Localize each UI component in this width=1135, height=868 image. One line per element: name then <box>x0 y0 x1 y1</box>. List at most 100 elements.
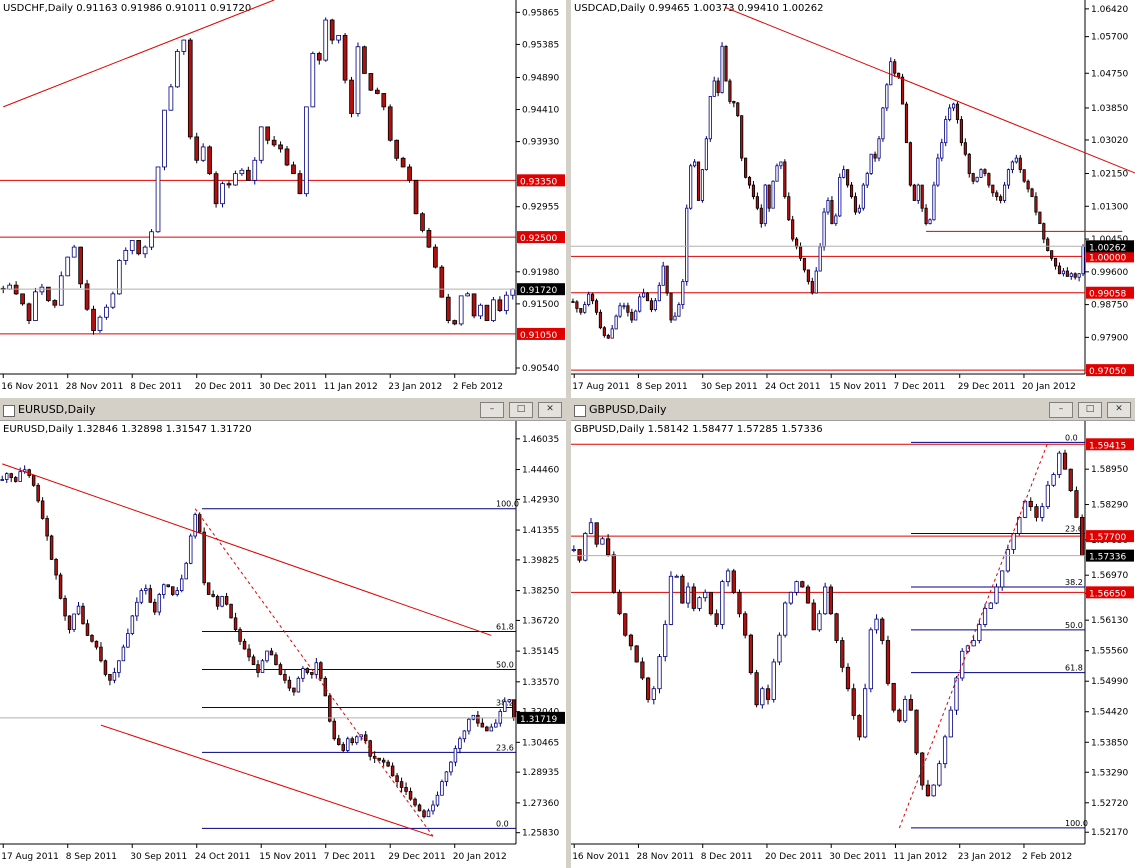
candle-bull <box>865 173 869 186</box>
candle-bear <box>278 144 283 150</box>
x-tick-label: 8 Sep 2011 <box>66 852 117 862</box>
x-tick-label: 20 Dec 2011 <box>765 852 823 862</box>
candle-bear <box>1038 211 1042 225</box>
candle-bear <box>1030 188 1034 198</box>
candle-bear <box>630 311 634 321</box>
candle-bull <box>661 265 665 286</box>
candle-bull <box>763 184 767 225</box>
maximize-button[interactable]: □ <box>509 402 533 418</box>
candle-bear <box>215 596 220 607</box>
candle-bull <box>614 315 618 330</box>
candle-bear <box>904 103 909 144</box>
minimize-button[interactable]: – <box>480 402 504 418</box>
candle-bull <box>940 142 944 159</box>
candle-bull <box>642 292 646 298</box>
minimize-button[interactable]: – <box>1049 402 1073 418</box>
candle-bull <box>771 180 775 209</box>
y-tick-label: 1.36720 <box>522 616 559 626</box>
candle-bull <box>252 159 258 181</box>
candle-bear <box>1073 273 1077 278</box>
candle-bear <box>963 142 967 155</box>
candle-bull <box>822 211 826 248</box>
candle-bull <box>175 590 179 595</box>
candle-bull <box>936 157 940 186</box>
candle-bull <box>677 304 681 317</box>
current-price-label: 1.00262 <box>1089 243 1126 253</box>
candle-bear <box>732 101 736 104</box>
candle-bull <box>674 575 679 578</box>
y-tick-label: 1.46035 <box>522 435 559 445</box>
candle-bear <box>26 303 32 321</box>
level-price-label: 0.99058 <box>1089 290 1126 300</box>
window-titlebar-gbpusd[interactable]: GBPUSD,Daily – □ ✕ <box>571 400 1135 421</box>
candle-bear <box>103 660 108 675</box>
y-tick-label: 1.56130 <box>1091 616 1128 626</box>
x-tick-label: 2 Feb 2012 <box>1022 852 1072 862</box>
candle-bull <box>1022 500 1028 518</box>
plot-area <box>571 0 1085 374</box>
candle-bear <box>377 757 381 761</box>
candle-bull <box>355 46 361 114</box>
window-titlebar-eurusd[interactable]: EURUSD,Daily – □ ✕ <box>0 400 566 421</box>
candle-bull <box>944 119 948 144</box>
candle-bear <box>759 207 763 225</box>
candle-bear <box>740 115 744 159</box>
maximize-button[interactable]: □ <box>1078 402 1102 418</box>
candle-bear <box>798 246 803 259</box>
candle-bull <box>1077 273 1081 278</box>
candle-bear <box>194 136 200 161</box>
y-tick-label: 1.56970 <box>1091 571 1128 581</box>
candle-bear <box>274 654 278 666</box>
candle-bear <box>40 500 45 519</box>
candle-bull <box>902 699 908 722</box>
plot-area <box>0 0 516 374</box>
candle-bull <box>336 34 341 41</box>
candle-bear <box>368 73 374 91</box>
candle-bear <box>849 184 854 198</box>
candle-bull <box>838 176 842 217</box>
candle-bull <box>184 562 188 580</box>
candle-bear <box>754 672 759 706</box>
x-tick-label: 28 Nov 2011 <box>636 852 694 862</box>
fibonacci-level-label: 100.0 <box>1065 819 1088 828</box>
chart-window-eurusd[interactable]: EURUSD,Daily – □ ✕ EURUSD,Daily 1.32846 … <box>0 400 566 868</box>
candle-bull <box>426 810 431 818</box>
y-tick-label: 1.06420 <box>1091 5 1128 15</box>
chart-window-gbpusd[interactable]: GBPUSD,Daily – □ ✕ GBPUSD,Daily 1.58142 … <box>571 400 1135 868</box>
candle-bull <box>932 184 936 221</box>
x-tick-label: 16 Nov 2011 <box>1 382 59 392</box>
candle-bull <box>1057 452 1062 475</box>
candle-bull <box>725 570 731 583</box>
candle-bear <box>834 613 839 641</box>
fibonacci-level-label: 100.0 <box>496 500 519 509</box>
candle-bear <box>283 674 287 681</box>
candle-bull <box>818 246 822 272</box>
chart-ohlc-label: EURUSD,Daily 1.32846 1.32898 1.31547 1.3… <box>3 424 252 435</box>
candle-bear <box>207 146 212 175</box>
close-button[interactable]: ✕ <box>538 402 562 418</box>
candle-bull <box>310 53 316 108</box>
candle-bear <box>224 596 229 605</box>
candle-bull <box>193 514 197 537</box>
candle-bear <box>925 784 931 797</box>
chart-pane-usdchf[interactable]: USDCHF,Daily 0.91163 0.91986 0.91011 0.9… <box>0 0 566 398</box>
y-tick-label: 1.53290 <box>1091 768 1128 778</box>
candle-bull <box>494 722 498 728</box>
candle-bear <box>920 752 925 786</box>
candle-bear <box>959 119 963 144</box>
candle-bear <box>213 173 219 205</box>
x-tick-label: 11 Jan 2012 <box>893 852 947 862</box>
candle-bear <box>857 715 862 738</box>
candle-bear <box>171 586 175 595</box>
close-button[interactable]: ✕ <box>1107 402 1131 418</box>
candle-bull <box>440 781 444 796</box>
fibonacci-level-label: 0.0 <box>496 819 509 828</box>
candle-bull <box>0 479 4 481</box>
candle-bear <box>284 148 290 166</box>
chart-ohlc-label: GBPUSD,Daily 1.58142 1.58477 1.57285 1.5… <box>574 424 823 435</box>
candle-bull <box>449 761 453 773</box>
candle-bull <box>435 794 440 806</box>
candle-bull <box>942 736 948 765</box>
chart-pane-usdcad[interactable]: USDCAD,Daily 0.99465 1.00373 0.99410 1.0… <box>571 0 1135 398</box>
candle-bear <box>84 283 90 310</box>
